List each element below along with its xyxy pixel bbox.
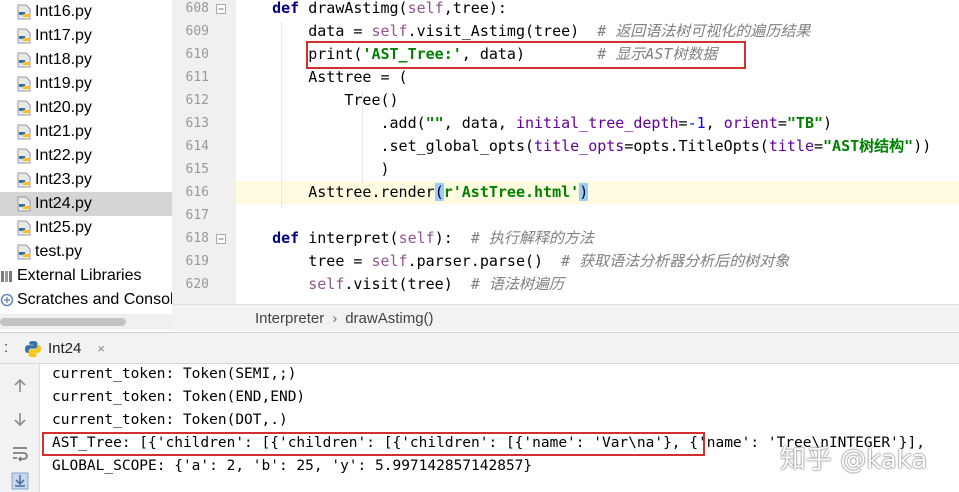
tab-label: Int24 [48,340,82,357]
breadcrumb-separator: › [332,309,338,327]
python-file-icon [17,100,31,116]
code-line-612: Tree() [344,91,399,109]
tree-horizontal-scrollbar[interactable] [0,314,172,330]
file-label: Int19.py [35,75,92,92]
python-file-icon [17,52,31,68]
python-file-icon [17,76,31,92]
code-line-611: Asttree = ( [308,68,408,86]
file-label: test.py [35,243,83,260]
project-tree: Int16.py Int17.py Int18.py Int19.py Int2… [0,0,172,314]
run-label: : [4,339,9,356]
file-label: Int20.py [35,99,92,116]
code-line-609: data = self.visit_Astimg(tree) # 返回语法树可视… [308,22,811,40]
file-label: Int23.py [35,171,92,188]
watermark: 知乎 @kaka [780,445,928,475]
tree-external-libraries[interactable]: External Libraries [0,264,172,288]
fold-minus-icon[interactable] [216,234,226,244]
tab-int24[interactable]: Int24 × [24,333,105,364]
code-line-619: tree = self.parser.parse() # 获取语法分析器分析后的… [308,252,790,270]
code-line-618: def interpret(self): # 执行解释的方法 [272,229,594,247]
python-icon [25,340,41,357]
line-number: 617 [185,208,209,223]
line-number-gutter: 608 609 610 611 612 613 614 615 616 617 … [172,0,236,304]
python-file-icon [17,172,31,188]
run-toolbar [0,364,40,492]
breadcrumb-method[interactable]: drawAstimg() [345,310,433,327]
code-line-615: ) [380,160,390,178]
scroll-to-end-icon[interactable] [11,472,29,490]
line-number: 616 [185,185,209,200]
arrow-up-icon[interactable] [11,377,29,395]
breadcrumb-class[interactable]: Interpreter [255,310,324,327]
python-file-icon [17,244,31,260]
file-item-int19[interactable]: Int19.py [16,72,172,96]
file-item-int24[interactable]: Int24.py [0,192,172,216]
file-item-int17[interactable]: Int17.py [16,24,172,48]
file-label: Int18.py [35,51,92,68]
annotation-box-ast-output [42,432,705,456]
file-label: Int22.py [35,147,92,164]
line-number: 611 [185,70,209,85]
file-item-int20[interactable]: Int20.py [16,96,172,120]
file-label: Int25.py [35,219,92,236]
console-line: current_token: Token(SEMI,;) [52,366,297,382]
close-tab-icon[interactable]: × [97,341,105,356]
file-label: Int16.py [35,3,92,20]
code-line-613: .add("", data, initial_tree_depth=-1, or… [380,114,833,132]
code-line-616: Asttree.render(r'AstTree.html') [308,183,589,201]
soft-wrap-icon[interactable] [11,444,29,462]
file-item-int18[interactable]: Int18.py [16,48,172,72]
line-number: 610 [185,47,209,62]
python-file-icon [17,124,31,140]
scratches-icon [0,293,14,307]
annotation-box-print-line [306,41,746,69]
run-tool-window-header: : Int24 × [0,332,959,364]
file-item-int23[interactable]: Int23.py [16,168,172,192]
file-item-int22[interactable]: Int22.py [16,144,172,168]
console-line: current_token: Token(DOT,.) [52,412,288,428]
arrow-down-icon[interactable] [11,410,29,428]
library-icon [1,271,12,282]
file-label: Int21.py [35,123,92,140]
file-item-int25[interactable]: Int25.py [16,216,172,240]
python-file-icon [17,196,31,212]
scrollbar-thumb[interactable] [0,318,126,326]
python-file-icon [17,4,31,20]
line-number: 620 [185,277,209,292]
code-line-608: def drawAstimg(self,tree): [272,0,507,17]
console-line: GLOBAL_SCOPE: {'a': 2, 'b': 25, 'y': 5.9… [52,458,533,474]
line-number: 615 [185,162,209,177]
code-line-614: .set_global_opts(title_opts=opts.TitleOp… [380,137,932,155]
python-file-icon [17,28,31,44]
file-label: Int24.py [35,195,92,212]
line-number: 618 [185,231,209,246]
python-file-icon [17,220,31,236]
breadcrumb: Interpreter › drawAstimg() [172,304,959,331]
external-libraries-label: External Libraries [17,267,142,284]
line-number: 609 [185,24,209,39]
console-line: current_token: Token(END,END) [52,389,306,405]
line-number: 619 [185,254,209,269]
line-number: 613 [185,116,209,131]
line-number: 614 [185,139,209,154]
code-line-620: self.visit(tree) # 语法树遍历 [308,275,564,293]
file-item-int16[interactable]: Int16.py [16,0,172,24]
fold-minus-icon[interactable] [216,4,226,14]
file-item-int21[interactable]: Int21.py [16,120,172,144]
line-number: 608 [185,1,209,16]
scratches-label: Scratches and Consoles [17,291,172,308]
python-file-icon [17,148,31,164]
tree-scratches[interactable]: Scratches and Consoles [0,288,172,312]
file-item-test[interactable]: test.py [16,240,172,264]
file-label: Int17.py [35,27,92,44]
line-number: 612 [185,93,209,108]
